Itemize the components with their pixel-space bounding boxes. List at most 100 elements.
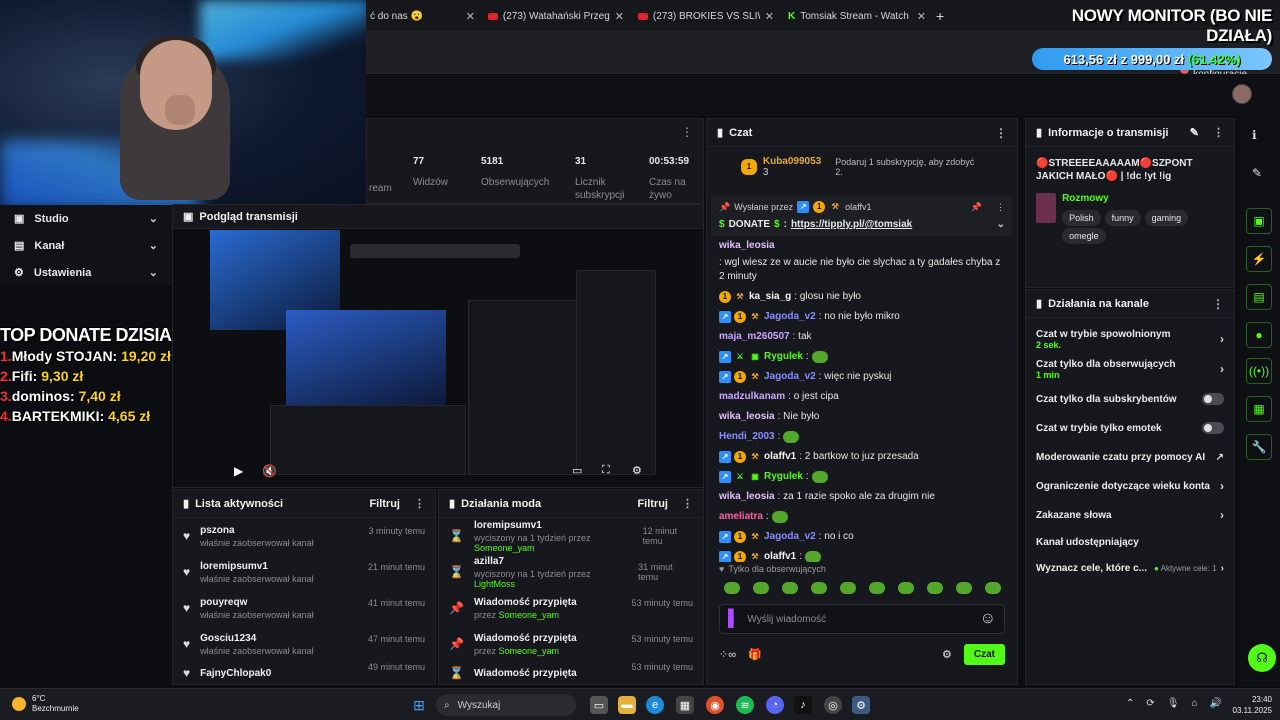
chat-username[interactable]: ka_sia_g [749,290,791,304]
chat-username[interactable]: ameliatra [719,510,763,524]
emote-icon[interactable] [868,582,885,594]
chat-username[interactable]: wika_leosia [719,410,775,424]
clock[interactable]: 23:40 03.11.2025 [1226,694,1272,716]
hosting-setting[interactable]: Kanał udostępniający [1026,530,1234,554]
category-thumbnail[interactable] [1036,193,1057,223]
pencil-icon[interactable]: ✎ [1252,166,1262,180]
chat-username[interactable]: Jagoda_v2 [764,310,816,324]
info-icon[interactable]: ℹ [1252,128,1257,142]
firefox-icon[interactable]: ◉ [706,696,724,714]
chat-username[interactable]: Jagoda_v2 [764,370,816,384]
mic-icon[interactable]: 🎙 [1167,698,1180,709]
emote-icon[interactable] [955,582,972,594]
ai-moderation-setting[interactable]: Moderowanie czatu przy pomocy AI ↗ [1026,442,1234,472]
account-age-setting[interactable]: Ograniczenie dotyczące wieku konta › [1026,472,1234,500]
emote-only-setting[interactable]: Czat w trybie tylko emotek [1026,414,1234,442]
sidebar-item-settings[interactable]: ⚙ Ustawienia ⌄ [0,259,172,286]
emote-icon[interactable] [810,582,827,594]
app-icon[interactable]: ◎ [824,696,842,714]
emote-icon[interactable] [926,582,943,594]
emote-icon[interactable] [723,582,740,594]
sidebar-item-studio[interactable]: ▣ Studio ⌄ [0,205,172,232]
network-icon[interactable]: ⌂ [1191,698,1197,709]
chevron-up-icon[interactable]: ⌃ [1126,698,1134,709]
sidebar-item-channel[interactable]: ▤ Kanał ⌄ [0,232,172,259]
more-icon[interactable]: ⋮ [681,125,693,139]
category-link[interactable]: Rozmowy [1062,193,1224,204]
chat-username[interactable]: Rygulek [764,350,803,364]
support-icon[interactable]: ☊ [1248,644,1276,672]
emote-icon[interactable] [781,582,798,594]
sync-icon[interactable]: ⟳ [1146,698,1154,709]
chat-username[interactable]: Jagoda_v2 [764,530,816,544]
chat-bubble-icon[interactable]: ● [1246,322,1272,348]
chat-username[interactable]: madzulkanam [719,390,785,404]
chat-username[interactable]: Hendi_2003 [719,430,775,444]
more-icon[interactable]: ⋮ [682,497,693,510]
discord-icon[interactable]: ◔ [766,696,784,714]
people-icon[interactable]: ⁘∞ [719,648,736,661]
close-icon[interactable]: ✕ [917,10,926,23]
more-icon[interactable]: ⋮ [1212,297,1224,311]
close-icon[interactable]: ✕ [765,10,774,23]
chat-username[interactable]: olaffv1 [764,450,796,464]
slow-mode-setting[interactable]: Czat w trybie spowolnionym 2 sek. › [1026,324,1234,354]
chat-username[interactable]: maja_m260507 [719,330,790,344]
gear-icon[interactable]: ⚙ [942,648,952,661]
chevron-down-icon[interactable]: ⌄ [997,219,1005,230]
filter-button[interactable]: Filtruj [637,498,668,510]
wrench-icon[interactable]: 🔧 [1246,434,1272,460]
emote-only-toggle[interactable] [1202,422,1224,434]
browser-tab[interactable]: ć do nas 😮 ✕ [370,6,475,26]
browser-tab-active[interactable]: K Tomsiak Stream - Watch Live on ✕ [788,6,926,26]
task-view-icon[interactable]: ▭ [590,696,608,714]
more-icon[interactable]: ⋮ [1213,126,1224,139]
emote-icon[interactable] [984,582,1001,594]
send-chat-button[interactable]: Czat [963,644,1005,665]
more-icon[interactable]: ⋮ [995,126,1007,140]
stream-preview-video[interactable]: ▶ 🔇 ▭ ⛶ ⚙ [210,230,666,486]
sub-gift-banner[interactable]: 1 Kuba099053 3 Podaruj 1 subskrypcję, aby… [707,147,1017,187]
play-icon[interactable]: ▶ [234,464,243,478]
document-icon[interactable]: ▤ [1246,284,1272,310]
tag[interactable]: omegle [1062,228,1106,244]
more-icon[interactable]: ⋮ [414,497,425,510]
chat-username[interactable]: wika_leosia [719,239,775,253]
gear-icon[interactable]: ⚙ [632,464,642,477]
close-icon[interactable]: ✕ [466,10,475,23]
chat-username[interactable]: olaffv1 [764,550,796,562]
tag[interactable]: Polish [1062,210,1101,226]
fullscreen-icon[interactable]: ⛶ [602,464,610,477]
tiktok-icon[interactable]: ♪ [794,696,812,714]
plus-icon[interactable]: + [936,6,944,26]
more-icon[interactable]: ⋮ [996,202,1005,213]
lightning-icon[interactable]: ⚡ [1246,246,1272,272]
gift-icon[interactable]: 🎁 [748,648,762,661]
volume-icon[interactable]: 🔊 [1210,698,1222,709]
goals-setting[interactable]: Wyznacz cele, które c... ● Aktywne cele: … [1026,554,1234,582]
taskbar-search[interactable]: ⌕ Wyszukaj [436,694,576,716]
screen-icon[interactable]: ▣ [1246,208,1272,234]
filter-button[interactable]: Filtruj [369,498,400,510]
pencil-icon[interactable]: ✎ [1190,126,1199,139]
pin-icon[interactable]: 📌 [971,202,982,213]
emoji-icon[interactable]: ☺ [980,610,996,628]
chat-username[interactable]: Rygulek [764,470,803,484]
chat-input[interactable]: ▌ Wyślij wiadomość ☺ [719,604,1005,634]
theater-icon[interactable]: ▭ [572,464,582,477]
spotify-icon[interactable]: ≋ [736,696,754,714]
layout-icon[interactable]: ▦ [1246,396,1272,422]
browser-tab[interactable]: (273) Watahański Przegląd Inter ✕ [488,6,624,26]
subs-only-setting[interactable]: Czat tylko dla subskrybentów [1026,384,1234,414]
donate-link[interactable]: https://tipply.pl/@tomsiak [791,219,912,230]
browser-tab[interactable]: (273) BROKIES VS ŚLIWA (SIŁOW ✕ [638,6,774,26]
file-explorer-icon[interactable]: ▬ [618,696,636,714]
tag[interactable]: funny [1104,210,1141,226]
tag[interactable]: gaming [1144,210,1189,226]
close-icon[interactable]: ✕ [615,10,624,23]
avatar[interactable] [1232,84,1252,104]
chat-username[interactable]: wika_leosia [719,490,775,504]
emote-icon[interactable] [752,582,769,594]
pinned-message[interactable]: 📌 Wysłane przez ↗ 1 ⚒ olaffv1 📌 ⋮ $ DONAT… [711,195,1013,236]
store-icon[interactable]: ▦ [676,696,694,714]
